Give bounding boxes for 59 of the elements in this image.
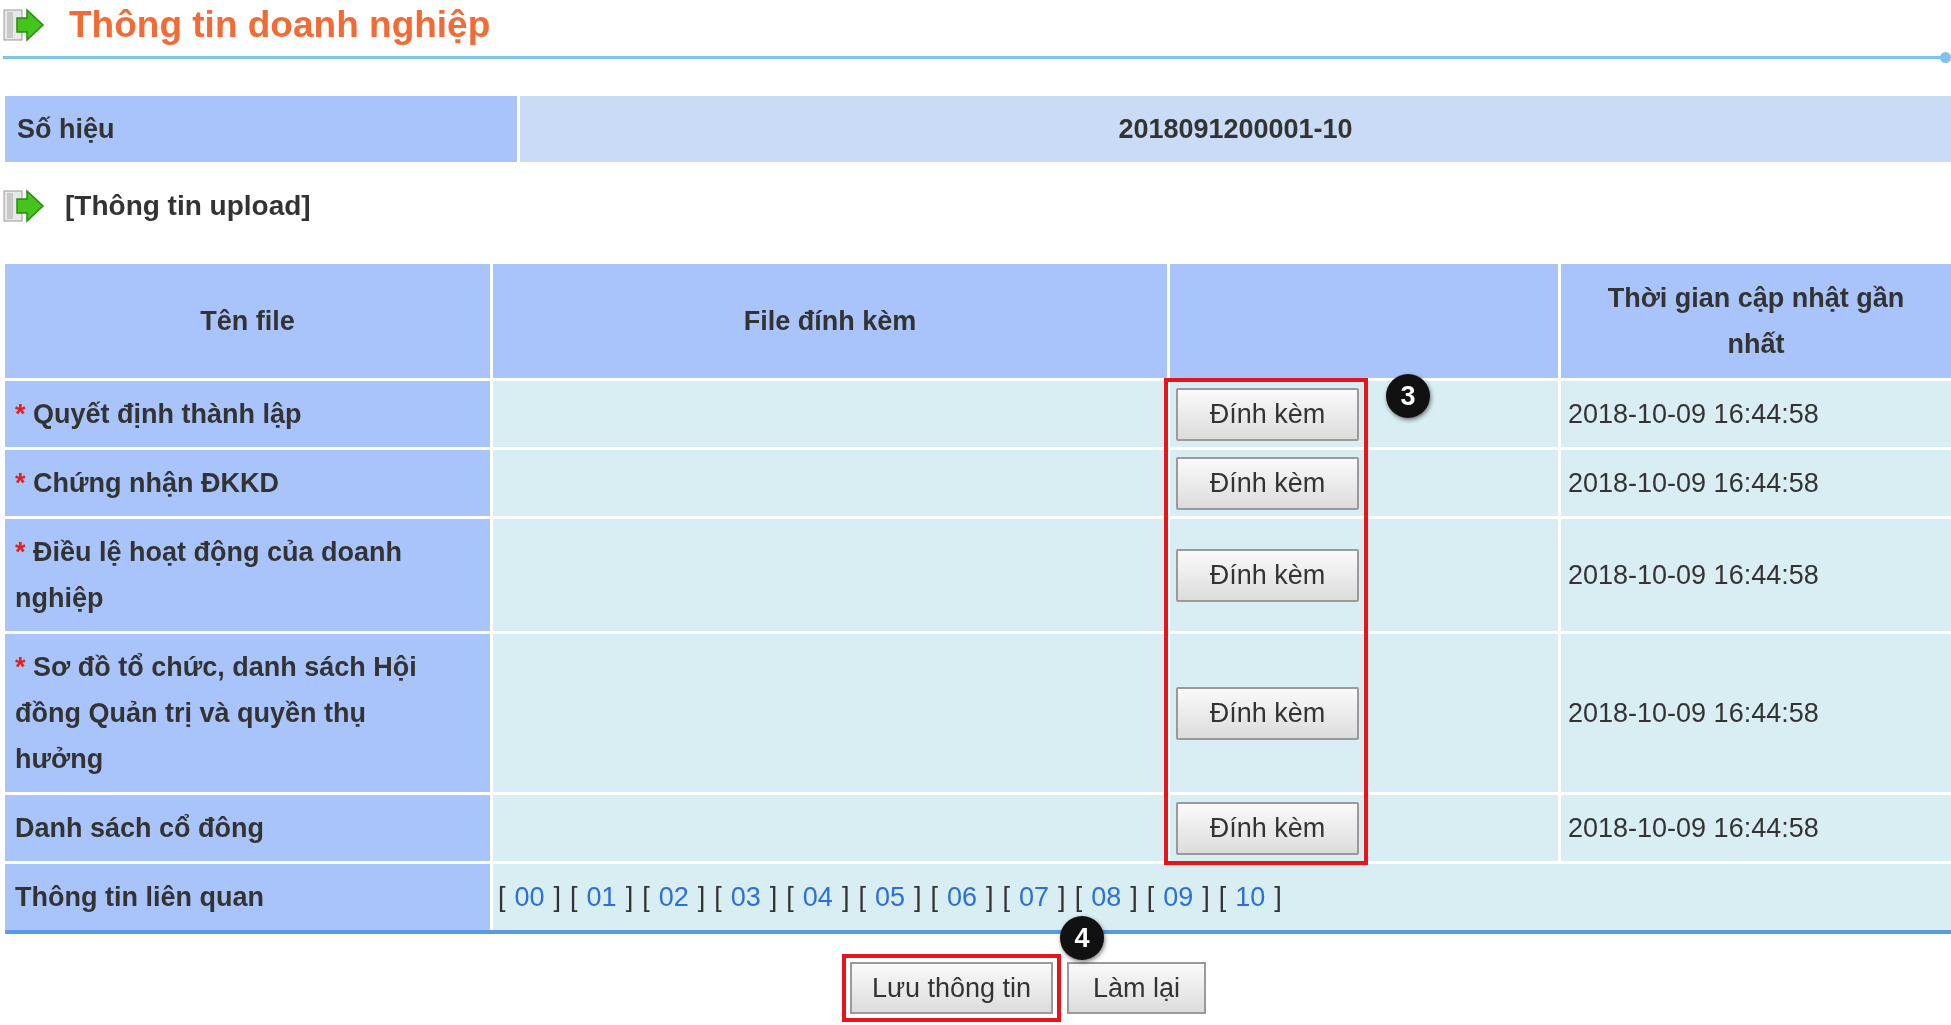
bracket: ] bbox=[625, 881, 634, 913]
bracket: ] bbox=[1058, 881, 1066, 913]
bracket: ] bbox=[697, 881, 706, 913]
file-name: * Quyết định thành lập bbox=[5, 381, 490, 447]
file-name: * Chứng nhận ĐKKD bbox=[5, 450, 490, 516]
related-label: Thông tin liên quan bbox=[5, 864, 490, 930]
page-link[interactable]: 07 bbox=[1019, 881, 1050, 913]
file-name: * Điều lệ hoạt động của doanh nghiệp bbox=[5, 519, 490, 631]
bracket: ] bbox=[1202, 881, 1210, 913]
attach-button[interactable]: Đính kèm bbox=[1176, 686, 1359, 740]
updated-time: 2018-10-09 16:44:58 bbox=[1561, 634, 1951, 792]
column-header: File đính kèm bbox=[493, 264, 1167, 378]
bracket: [ bbox=[1218, 881, 1227, 913]
attach-button[interactable]: Đính kèm bbox=[1176, 456, 1359, 510]
bracket: [ bbox=[1146, 881, 1155, 913]
column-header: Tên file bbox=[5, 264, 490, 378]
file-name: Danh sách cổ đông bbox=[5, 795, 490, 861]
bracket: ] bbox=[841, 881, 850, 913]
page-link[interactable]: 08 bbox=[1091, 881, 1122, 913]
page-link[interactable]: 02 bbox=[658, 881, 689, 913]
page-link[interactable]: 01 bbox=[586, 881, 617, 913]
bracket: [ bbox=[498, 881, 506, 913]
column-header: Thời gian cập nhật gần nhất bbox=[1561, 264, 1951, 378]
bracket: [ bbox=[930, 881, 938, 913]
file-name: * Sơ đồ tổ chức, danh sách Hội đồng Quản trị và quyền thụ hưởng bbox=[5, 634, 490, 792]
attach-button[interactable]: Đính kèm bbox=[1176, 548, 1359, 602]
page-link[interactable]: 04 bbox=[802, 881, 833, 913]
updated-time: 2018-10-09 16:44:58 bbox=[1561, 450, 1951, 516]
bracket: [ bbox=[714, 881, 722, 913]
bracket: [ bbox=[570, 881, 578, 913]
attach-button[interactable]: Đính kèm bbox=[1176, 387, 1359, 441]
page-link[interactable]: 06 bbox=[947, 881, 978, 913]
page-title: Thông tin doanh nghiệp bbox=[69, 3, 491, 47]
page-link[interactable]: 09 bbox=[1163, 881, 1194, 913]
bracket: [ bbox=[786, 881, 794, 913]
attach-button[interactable]: Đính kèm bbox=[1176, 801, 1359, 855]
bracket: ] bbox=[913, 881, 922, 913]
bracket: ] bbox=[769, 881, 778, 913]
updated-time: 2018-10-09 16:44:58 bbox=[1561, 519, 1951, 631]
arrow-icon bbox=[3, 188, 45, 224]
bracket: ] bbox=[1274, 881, 1282, 913]
updated-time: 2018-10-09 16:44:58 bbox=[1561, 795, 1951, 861]
bracket: [ bbox=[1074, 881, 1083, 913]
bracket: [ bbox=[642, 881, 650, 913]
page-link[interactable]: 03 bbox=[730, 881, 761, 913]
page-link[interactable]: 10 bbox=[1235, 881, 1266, 913]
section-title: [Thông tin upload] bbox=[65, 190, 311, 222]
bracket: [ bbox=[1002, 881, 1011, 913]
bracket: [ bbox=[858, 881, 866, 913]
field-value: 2018091200001-10 bbox=[520, 96, 1951, 162]
page-link[interactable]: 05 bbox=[874, 881, 905, 913]
field-label: Số hiệu bbox=[5, 96, 517, 162]
reset-button[interactable]: Làm lại bbox=[1067, 962, 1207, 1014]
bracket: ] bbox=[1130, 881, 1138, 913]
updated-time: 2018-10-09 16:44:58 bbox=[1561, 381, 1951, 447]
arrow-icon bbox=[3, 7, 45, 43]
page-link[interactable]: 00 bbox=[514, 881, 545, 913]
bracket: ] bbox=[553, 881, 562, 913]
bracket: ] bbox=[986, 881, 994, 913]
